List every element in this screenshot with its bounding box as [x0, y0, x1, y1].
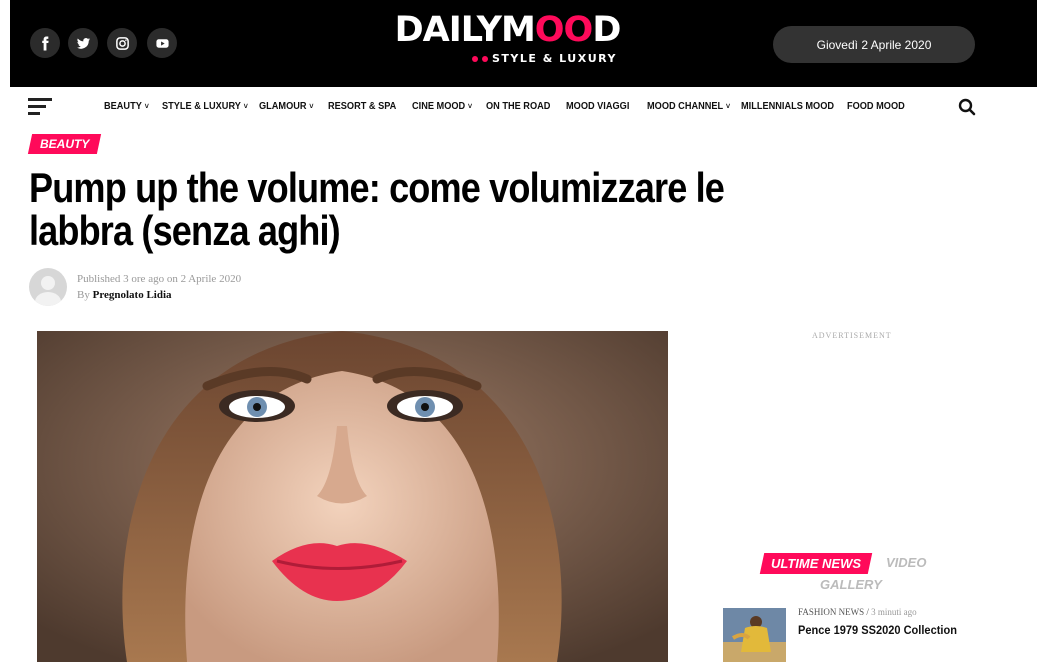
author-avatar[interactable]: [29, 268, 67, 306]
logo-text-3: D: [592, 10, 621, 50]
tab-ultime-news[interactable]: ULTIME NEWS: [759, 553, 873, 574]
news-thumbnail[interactable]: [723, 608, 786, 662]
tagline-dot: [482, 55, 488, 62]
news-meta: FASHION NEWS / 3 minuti ago: [798, 607, 917, 617]
site-logo[interactable]: DAILYMOOD: [385, 10, 630, 50]
article-hero-image: [37, 331, 668, 662]
menu-hamburger-icon[interactable]: [28, 98, 52, 116]
author-link[interactable]: Pregnolato Lidia: [93, 289, 172, 301]
tagline-dot: [472, 55, 478, 62]
chevron-down-icon: ˅: [144, 102, 149, 111]
youtube-icon[interactable]: [147, 28, 177, 58]
news-category[interactable]: FASHION NEWS: [798, 607, 864, 617]
nav-item-food-mood[interactable]: FOOD MOOD: [847, 101, 905, 112]
nav-item-beauty[interactable]: BEAUTY ˅: [104, 101, 149, 112]
category-badge[interactable]: BEAUTY: [27, 134, 102, 154]
chevron-down-icon: ˅: [467, 102, 473, 111]
instagram-icon[interactable]: [107, 28, 137, 58]
news-title-link[interactable]: Pence 1979 SS2020 Collection: [798, 623, 957, 637]
tagline-text: STYLE & LUXURY: [492, 52, 617, 65]
chevron-down-icon: ˅: [309, 102, 314, 111]
nav-item-mood-channel[interactable]: MOOD CHANNEL ˅: [647, 101, 730, 112]
site-header: DAILYMOOD STYLE & LUXURY Giovedì 2 April…: [10, 0, 1037, 87]
nav-item-on-the-road[interactable]: ON THE ROAD: [486, 101, 550, 112]
publish-info: Published 3 ore ago on 2 Aprile 2020: [77, 273, 242, 285]
chevron-down-icon: ˅: [725, 102, 731, 111]
logo-text-1: DAILYM: [394, 10, 536, 50]
logo-text-2: OO: [534, 10, 594, 50]
tab-gallery[interactable]: GALLERY: [820, 577, 882, 592]
article-title: Pump up the volume: come volumizzare le …: [29, 164, 725, 254]
search-icon[interactable]: [958, 98, 976, 116]
nav-item-mood-viaggi[interactable]: MOOD VIAGGI: [566, 101, 629, 112]
nav-item-millennials-mood[interactable]: MILLENNIALS MOOD: [741, 101, 834, 112]
tab-video[interactable]: VIDEO: [886, 555, 926, 570]
facebook-icon[interactable]: [30, 28, 60, 58]
twitter-icon[interactable]: [68, 28, 98, 58]
main-nav: BEAUTY ˅ STYLE & LUXURY ˅ GLAMOUR ˅ RESORT …: [0, 87, 1037, 127]
logo-tagline: STYLE & LUXURY: [472, 52, 617, 65]
author-byline: By Pregnolato Lidia: [77, 289, 172, 301]
nav-item-glamour[interactable]: GLAMOUR ˅: [259, 101, 314, 112]
advertisement-label: ADVERTISEMENT: [812, 331, 892, 340]
nav-item-cine-mood[interactable]: CINE MOOD ˅: [412, 101, 472, 112]
news-time: 3 minuti ago: [871, 607, 917, 617]
nav-item-resort-spa[interactable]: RESORT & SPA: [328, 101, 396, 112]
chevron-down-icon: ˅: [243, 102, 248, 111]
date-display: Giovedì 2 Aprile 2020: [773, 26, 975, 63]
nav-item-style-luxury[interactable]: STYLE & LUXURY ˅: [162, 101, 248, 112]
